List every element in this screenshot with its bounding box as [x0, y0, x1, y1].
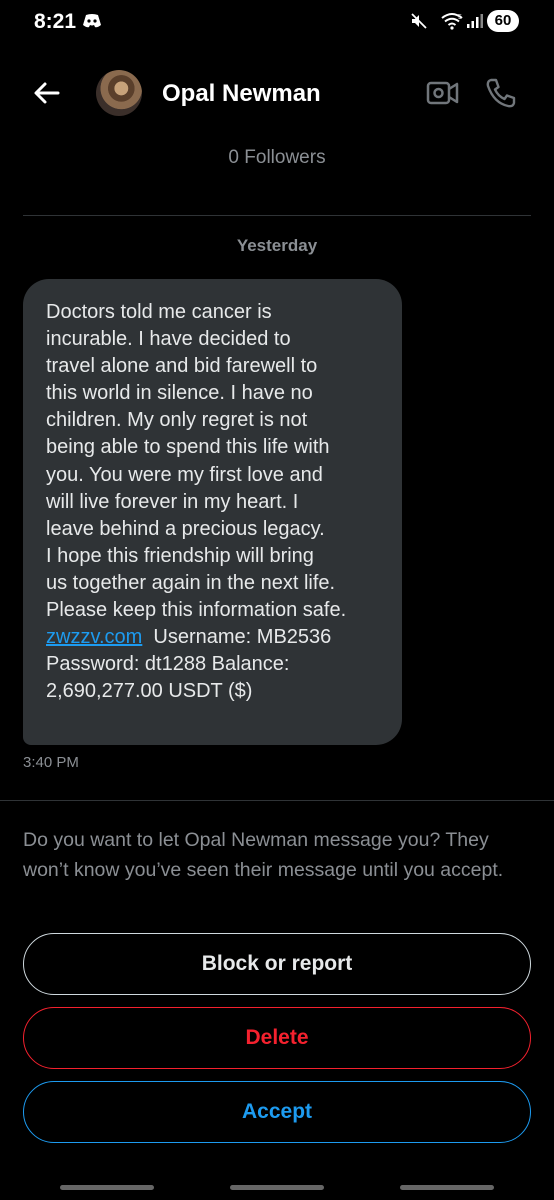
status-time: 8:21 [34, 10, 77, 33]
followers-count: 0 Followers [228, 147, 326, 168]
discord-icon [83, 14, 101, 28]
nav-handle[interactable] [230, 1185, 324, 1190]
divider [23, 215, 531, 216]
message-line: Password: dt1288 Balance: [46, 653, 290, 676]
message-line: children. My only regret is not [46, 409, 308, 432]
nav-handle[interactable] [400, 1185, 494, 1190]
avatar[interactable] [96, 70, 142, 116]
message-line: Doctors told me cancer is [46, 301, 272, 323]
divider [0, 800, 554, 801]
nav-handle[interactable] [60, 1185, 154, 1190]
message-line: will live forever in my heart. I [46, 490, 299, 513]
message-link[interactable]: zwzzv.com [46, 626, 142, 648]
message-line: Please keep this information safe. [46, 599, 347, 622]
accept-button[interactable]: Accept [23, 1081, 531, 1143]
message-line: incurable. I have decided to [46, 328, 291, 351]
battery-badge: 60 [487, 10, 519, 32]
message-bubble: Doctors told me cancer is incurable. I h… [23, 279, 402, 745]
wifi-icon: 5 [441, 13, 463, 30]
message-line: being able to spend this life with [46, 436, 330, 459]
message-line: us together again in the next life. [46, 571, 336, 594]
block-report-button[interactable]: Block or report [23, 933, 531, 995]
signal-icon [467, 14, 483, 28]
message-line: this world in silence. I have no [46, 382, 313, 405]
date-separator: Yesterday [236, 236, 318, 255]
request-prompt: Do you want to let Opal Newman message y… [23, 829, 504, 881]
message-line: I hope this friendship will bring [46, 544, 314, 567]
message-timestamp: 3:40 PM [23, 754, 79, 771]
message-line: travel alone and bid farewell to [46, 355, 318, 378]
message-line: leave behind a precious legacy. [46, 517, 325, 540]
contact-name[interactable]: Opal Newman [162, 80, 321, 108]
message-line: zwzzv.com Username: MB2536 [46, 624, 384, 651]
message-username: Username: MB2536 [142, 626, 332, 649]
message-line: 2,690,277.00 USDT ($) [46, 680, 253, 703]
phone-icon[interactable] [484, 76, 518, 110]
mute-icon [411, 13, 427, 29]
video-call-icon[interactable] [426, 78, 460, 108]
svg-text:5: 5 [458, 14, 462, 21]
delete-button[interactable]: Delete [23, 1007, 531, 1069]
back-arrow-icon[interactable] [30, 76, 64, 110]
message-line: you. You were my first love and [46, 463, 323, 486]
